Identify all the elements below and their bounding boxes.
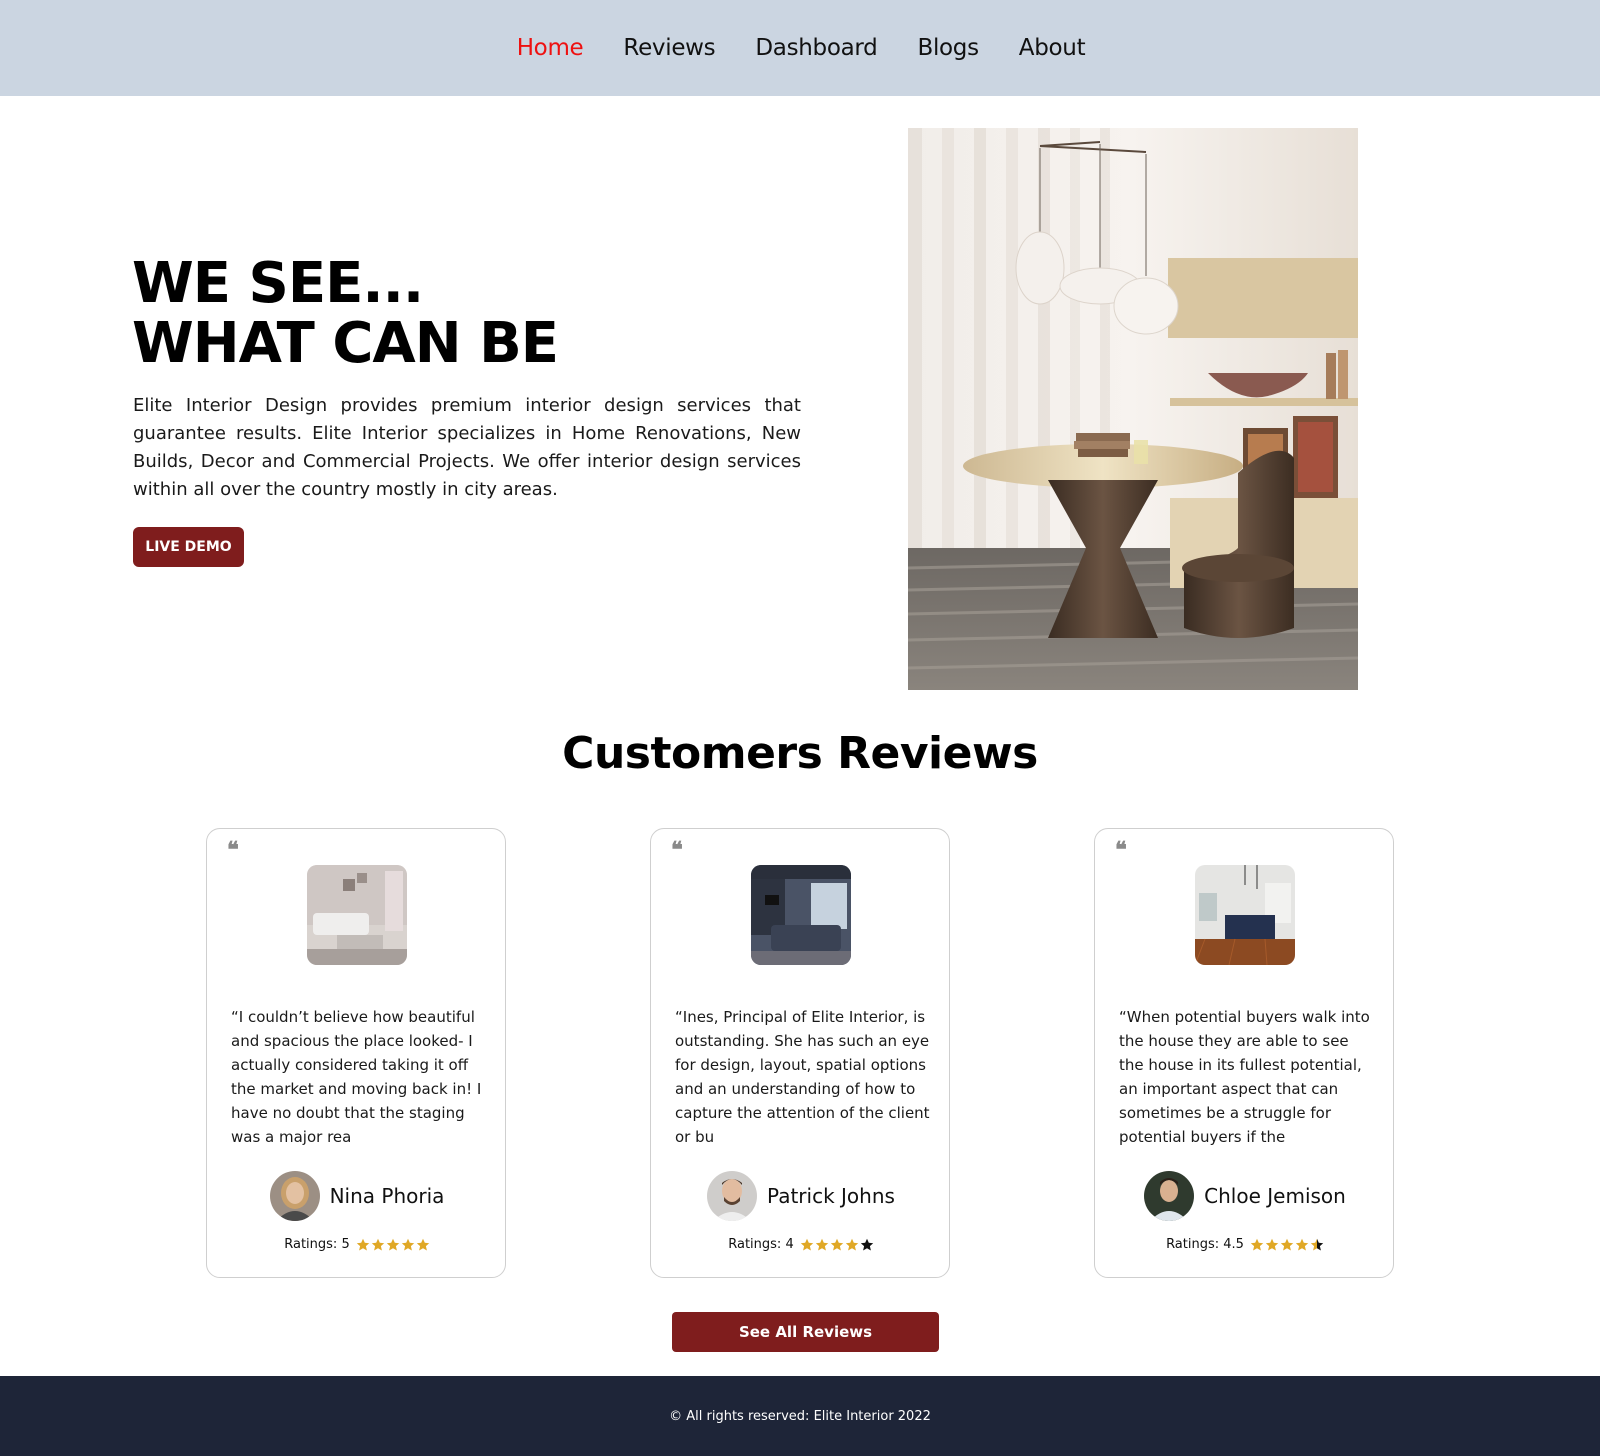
nav-link-blogs[interactable]: Blogs: [917, 35, 979, 61]
star-icon: [1250, 1238, 1264, 1250]
review-text: “Ines, Principal of Elite Interior, is o…: [675, 1008, 930, 1146]
review-card: ❝ “When potential buyers walk into the h…: [1094, 828, 1394, 1278]
footer: © All rights reserved: Elite Interior 20…: [0, 1376, 1600, 1456]
reviewer-name: Chloe Jemison: [1204, 1184, 1346, 1208]
rating-label: Ratings: 4: [728, 1237, 794, 1252]
star-rating: [800, 1238, 874, 1252]
hero-title-line1: WE SEE...: [132, 251, 424, 316]
avatar-photo: [1144, 1171, 1195, 1221]
quote-icon: ❝: [671, 837, 683, 863]
star-icon: [356, 1238, 369, 1250]
star-rating: [1250, 1238, 1324, 1252]
footer-copyright: © All rights reserved: Elite Interior 20…: [669, 1408, 931, 1424]
reviewer-name: Patrick Johns: [767, 1184, 895, 1208]
see-all-reviews-button[interactable]: See All Reviews: [672, 1312, 939, 1352]
avatar: [1144, 1171, 1195, 1221]
star-rating: [356, 1238, 430, 1252]
star-icon: [1295, 1238, 1309, 1250]
review-text: “When potential buyers walk into the hou…: [1119, 1008, 1370, 1146]
rating: Ratings: 4.5: [1095, 1237, 1395, 1252]
review-text: “I couldn’t believe how beautiful and sp…: [231, 1008, 482, 1146]
star-icon: [860, 1238, 873, 1250]
star-icon: [1265, 1238, 1279, 1250]
nav-link-about[interactable]: About: [1019, 35, 1086, 61]
nav-links: Home Reviews Dashboard Blogs About: [517, 35, 1086, 61]
review-room-image: [307, 865, 407, 965]
star-icon: [830, 1238, 843, 1250]
reviewer-name: Nina Phoria: [329, 1184, 445, 1208]
avatar-photo: [269, 1171, 320, 1221]
avatar-photo: [707, 1171, 758, 1221]
hero-description: Elite Interior Design provides premium i…: [133, 395, 801, 500]
star-icon: [845, 1238, 858, 1250]
reviewer: Nina Phoria: [207, 1171, 507, 1221]
reviewer: Patrick Johns: [651, 1171, 951, 1221]
hero-title-line2: WHAT CAN BE: [132, 311, 559, 376]
review-card: ❝ “I couldn’t believe how beautiful and …: [206, 828, 506, 1278]
quote-icon: ❝: [227, 837, 239, 863]
living-room-thumbnail: [307, 865, 407, 965]
star-icon: [401, 1238, 414, 1250]
star-icon: [800, 1238, 813, 1250]
star-icon: [371, 1238, 384, 1250]
live-demo-button[interactable]: LIVE DEMO: [133, 527, 244, 567]
star-icon: [1280, 1238, 1294, 1250]
star-icon: [416, 1238, 429, 1250]
rating: Ratings: 4: [651, 1237, 951, 1252]
rating-label: Ratings: 4.5: [1166, 1237, 1244, 1252]
quote-icon: ❝: [1115, 837, 1127, 863]
review-room-image: [751, 865, 851, 965]
nav-link-home[interactable]: Home: [517, 35, 584, 61]
avatar: [269, 1171, 320, 1221]
avatar: [707, 1171, 758, 1221]
top-navbar: Home Reviews Dashboard Blogs About: [0, 0, 1600, 96]
review-room-image: [1195, 865, 1295, 965]
interior-dining-illustration: [908, 128, 1358, 690]
reviews-section-title: Customers Reviews: [562, 728, 1038, 779]
nav-link-reviews[interactable]: Reviews: [623, 35, 715, 61]
lounge-thumbnail: [751, 865, 851, 965]
hero-image: [908, 128, 1358, 690]
rating: Ratings: 5: [207, 1237, 507, 1252]
reviewer: Chloe Jemison: [1095, 1171, 1395, 1221]
hero-title: WE SEE... WHAT CAN BE: [132, 251, 559, 376]
review-card: ❝ “Ines, Principal of Elite Interior, is…: [650, 828, 950, 1278]
nav-link-dashboard[interactable]: Dashboard: [755, 35, 877, 61]
star-icon: [1310, 1238, 1324, 1250]
rating-label: Ratings: 5: [284, 1237, 350, 1252]
star-icon: [815, 1238, 828, 1250]
kitchen-thumbnail: [1195, 865, 1295, 965]
star-icon: [386, 1238, 399, 1250]
